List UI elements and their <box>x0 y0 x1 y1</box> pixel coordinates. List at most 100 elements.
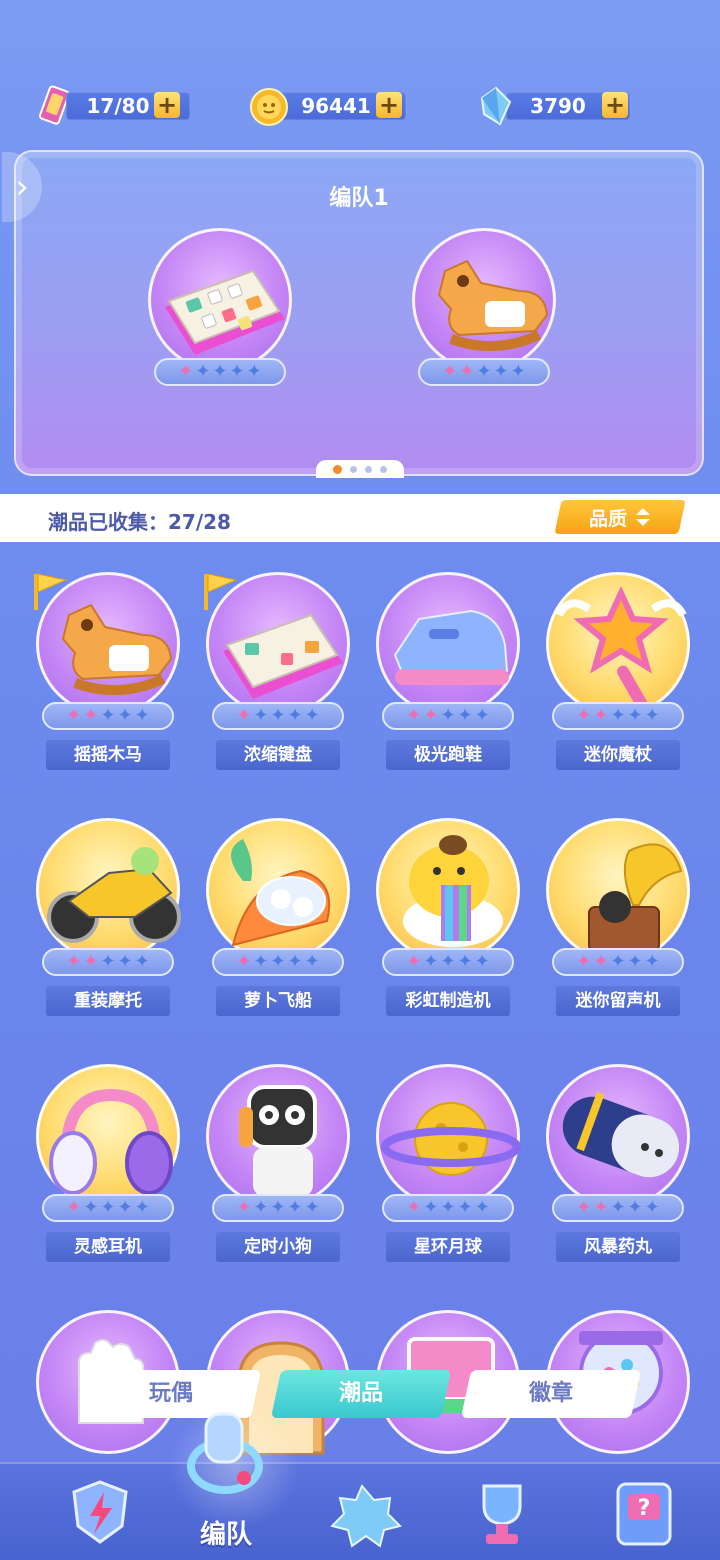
robot-dog-icon <box>239 1085 317 1197</box>
star-icon: ✦ <box>406 1197 422 1218</box>
star-icon: ✦ <box>134 705 150 726</box>
star-icon: ✦ <box>476 361 492 382</box>
resource-bar: 17/80 + 96441 + 3790 + <box>0 84 720 128</box>
star-icon: ✦ <box>66 951 82 972</box>
star-icon: ✦ <box>246 361 262 382</box>
star-icon: ✦ <box>83 951 99 972</box>
rarity-stars: ✦ ✦ ✦ ✦ ✦ <box>42 1194 174 1222</box>
rarity-stars: ✦ ✦ ✦ ✦ ✦ <box>382 948 514 976</box>
star-icon: ✦ <box>287 951 303 972</box>
rarity-stars: ✦ ✦ ✦ ✦ ✦ <box>42 702 174 730</box>
flag-icon <box>34 573 68 610</box>
star-icon: ✦ <box>270 1197 286 1218</box>
collection-item[interactable]: ✦ ✦ ✦ ✦ ✦ 风暴药丸 <box>538 1064 698 1264</box>
item-name: 迷你魔杖 <box>556 740 680 770</box>
page-dot[interactable] <box>380 465 387 473</box>
star-icon: ✦ <box>510 361 526 382</box>
coin-icon <box>250 88 288 126</box>
crystal-icon <box>480 86 512 126</box>
star-icon: ✦ <box>610 1197 626 1218</box>
collection-item[interactable]: ✦ ✦ ✦ ✦ ✦ 定时小狗 <box>198 1064 358 1264</box>
sort-arrows-icon <box>636 508 650 526</box>
star-icon: ✦ <box>287 1197 303 1218</box>
star-icon: ✦ <box>304 1197 320 1218</box>
star-icon: ✦ <box>440 1197 456 1218</box>
gem-value: 3790 <box>530 94 586 118</box>
svg-text:?: ? <box>638 1496 651 1521</box>
add-gems-button[interactable]: + <box>602 92 628 118</box>
quality-sort-button[interactable]: 品质 <box>554 500 686 534</box>
tab-trendy-items[interactable]: 潮品 <box>270 1370 452 1418</box>
page-dot[interactable] <box>333 464 342 474</box>
trophy-icon <box>482 1484 522 1544</box>
star-icon: ✦ <box>576 951 592 972</box>
nav-team-button[interactable] <box>180 1404 270 1504</box>
coin-value: 96441 <box>301 94 371 118</box>
page-dot[interactable] <box>350 465 357 473</box>
item-name: 重装摩托 <box>46 986 170 1016</box>
star-icon: ✦ <box>644 1197 660 1218</box>
collection-item[interactable]: ✦ ✦ ✦ ✦ ✦ 摇摇木马 <box>28 572 188 772</box>
nav-ranking-button[interactable] <box>442 1464 562 1560</box>
page-dot[interactable] <box>365 465 372 473</box>
star-icon: ✦ <box>236 705 252 726</box>
item-name: 风暴药丸 <box>556 1232 680 1262</box>
nav-mystery-button[interactable]: ? <box>584 1464 704 1560</box>
item-name: 彩虹制造机 <box>386 986 510 1016</box>
collection-item[interactable]: ✦ ✦ ✦ ✦ ✦ 极光跑鞋 <box>368 572 528 772</box>
star-icon: ✦ <box>442 361 458 382</box>
rarity-stars: ✦ ✦ ✦ ✦ ✦ <box>418 358 550 386</box>
star-icon: ✦ <box>593 1197 609 1218</box>
star-icon: ✦ <box>134 1197 150 1218</box>
collection-item[interactable]: ✦ ✦ ✦ ✦ ✦ 灵感耳机 <box>28 1064 188 1264</box>
page-indicator <box>316 460 404 478</box>
star-icon: ✦ <box>212 361 228 382</box>
tab-badges[interactable]: 徽章 <box>460 1370 642 1418</box>
quality-label: 品质 <box>588 507 627 530</box>
collection-item[interactable]: ✦ ✦ ✦ ✦ ✦ 彩虹制造机 <box>368 818 528 1018</box>
star-icon: ✦ <box>440 951 456 972</box>
star-icon: ✦ <box>406 705 422 726</box>
star-icon: ✦ <box>304 705 320 726</box>
star-icon: ✦ <box>576 1197 592 1218</box>
star-icon: ✦ <box>576 705 592 726</box>
add-coins-button[interactable]: + <box>376 92 402 118</box>
star-icon: ✦ <box>610 705 626 726</box>
item-name: 迷你留声机 <box>556 986 680 1016</box>
item-name: 极光跑鞋 <box>386 740 510 770</box>
star-icon: ✦ <box>644 951 660 972</box>
collection-item[interactable]: ✦ ✦ ✦ ✦ ✦ 萝卜飞船 <box>198 818 358 1018</box>
add-stamina-button[interactable]: + <box>154 92 180 118</box>
star-icon: ✦ <box>66 1197 82 1218</box>
team-member-1[interactable]: ✦ ✦ ✦ ✦ ✦ <box>140 228 300 428</box>
shield-bolt-icon <box>72 1480 128 1544</box>
gem-resource: 3790 + <box>478 84 630 128</box>
rainbow-maker-icon <box>403 835 503 947</box>
star-icon: ✦ <box>100 951 116 972</box>
magic-wand-icon <box>555 585 687 713</box>
star-icon: ✦ <box>474 951 490 972</box>
item-name: 定时小狗 <box>216 1232 340 1262</box>
rocking-horse-icon <box>437 259 549 352</box>
collection-item[interactable]: ✦ ✦ ✦ ✦ ✦ 星环月球 <box>368 1064 528 1264</box>
stamina-resource: 17/80 + <box>36 84 190 128</box>
bottom-nav: ? <box>0 1462 720 1560</box>
rarity-stars: ✦ ✦ ✦ ✦ ✦ <box>382 702 514 730</box>
star-icon: ✦ <box>236 951 252 972</box>
collection-item[interactable]: ✦ ✦ ✦ ✦ ✦ 重装摩托 <box>28 818 188 1018</box>
collection-item[interactable]: ✦ ✦ ✦ ✦ ✦ 迷你魔杖 <box>538 572 698 772</box>
collection-item[interactable]: ✦ ✦ ✦ ✦ ✦ 浓缩键盘 <box>198 572 358 772</box>
rarity-stars: ✦ ✦ ✦ ✦ ✦ <box>212 948 344 976</box>
nav-play-button[interactable] <box>302 1464 422 1560</box>
star-icon: ✦ <box>178 361 194 382</box>
star-icon: ✦ <box>459 361 475 382</box>
nav-battle-button[interactable] <box>40 1464 160 1560</box>
star-icon: ✦ <box>627 1197 643 1218</box>
headphones-icon <box>49 1088 173 1195</box>
star-icon: ✦ <box>236 1197 252 1218</box>
team-member-2[interactable]: ✦ ✦ ✦ ✦ ✦ <box>404 228 564 428</box>
star-icon: ✦ <box>627 705 643 726</box>
collection-item[interactable]: ✦ ✦ ✦ ✦ ✦ 迷你留声机 <box>538 818 698 1018</box>
item-name: 浓缩键盘 <box>216 740 340 770</box>
star-icon: ✦ <box>610 951 626 972</box>
